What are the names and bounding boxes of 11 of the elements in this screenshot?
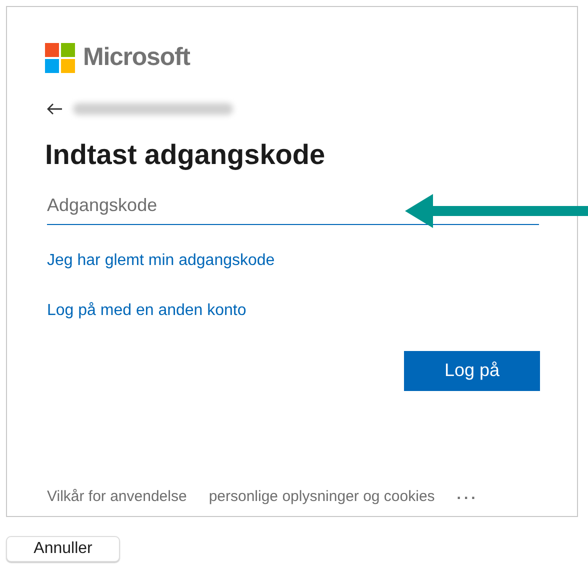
cancel-button[interactable]: Annuller xyxy=(6,536,120,562)
logo-icon xyxy=(45,42,75,73)
page-heading: Indtast adgangskode xyxy=(45,138,326,172)
terms-link[interactable]: Vilkår for anvendelse xyxy=(47,486,187,508)
sign-in-button[interactable]: Log på xyxy=(404,350,540,390)
password-field[interactable]: Adgangskode xyxy=(47,186,539,224)
forgot-password-link[interactable]: Jeg har glemt min adgangskode xyxy=(47,248,275,272)
other-account-link[interactable]: Log på med en anden konto xyxy=(47,298,246,322)
logo-text: Microsoft xyxy=(83,42,190,73)
more-options-button[interactable]: ... xyxy=(456,484,478,506)
privacy-link[interactable]: personlige oplysninger og cookies xyxy=(208,486,435,508)
